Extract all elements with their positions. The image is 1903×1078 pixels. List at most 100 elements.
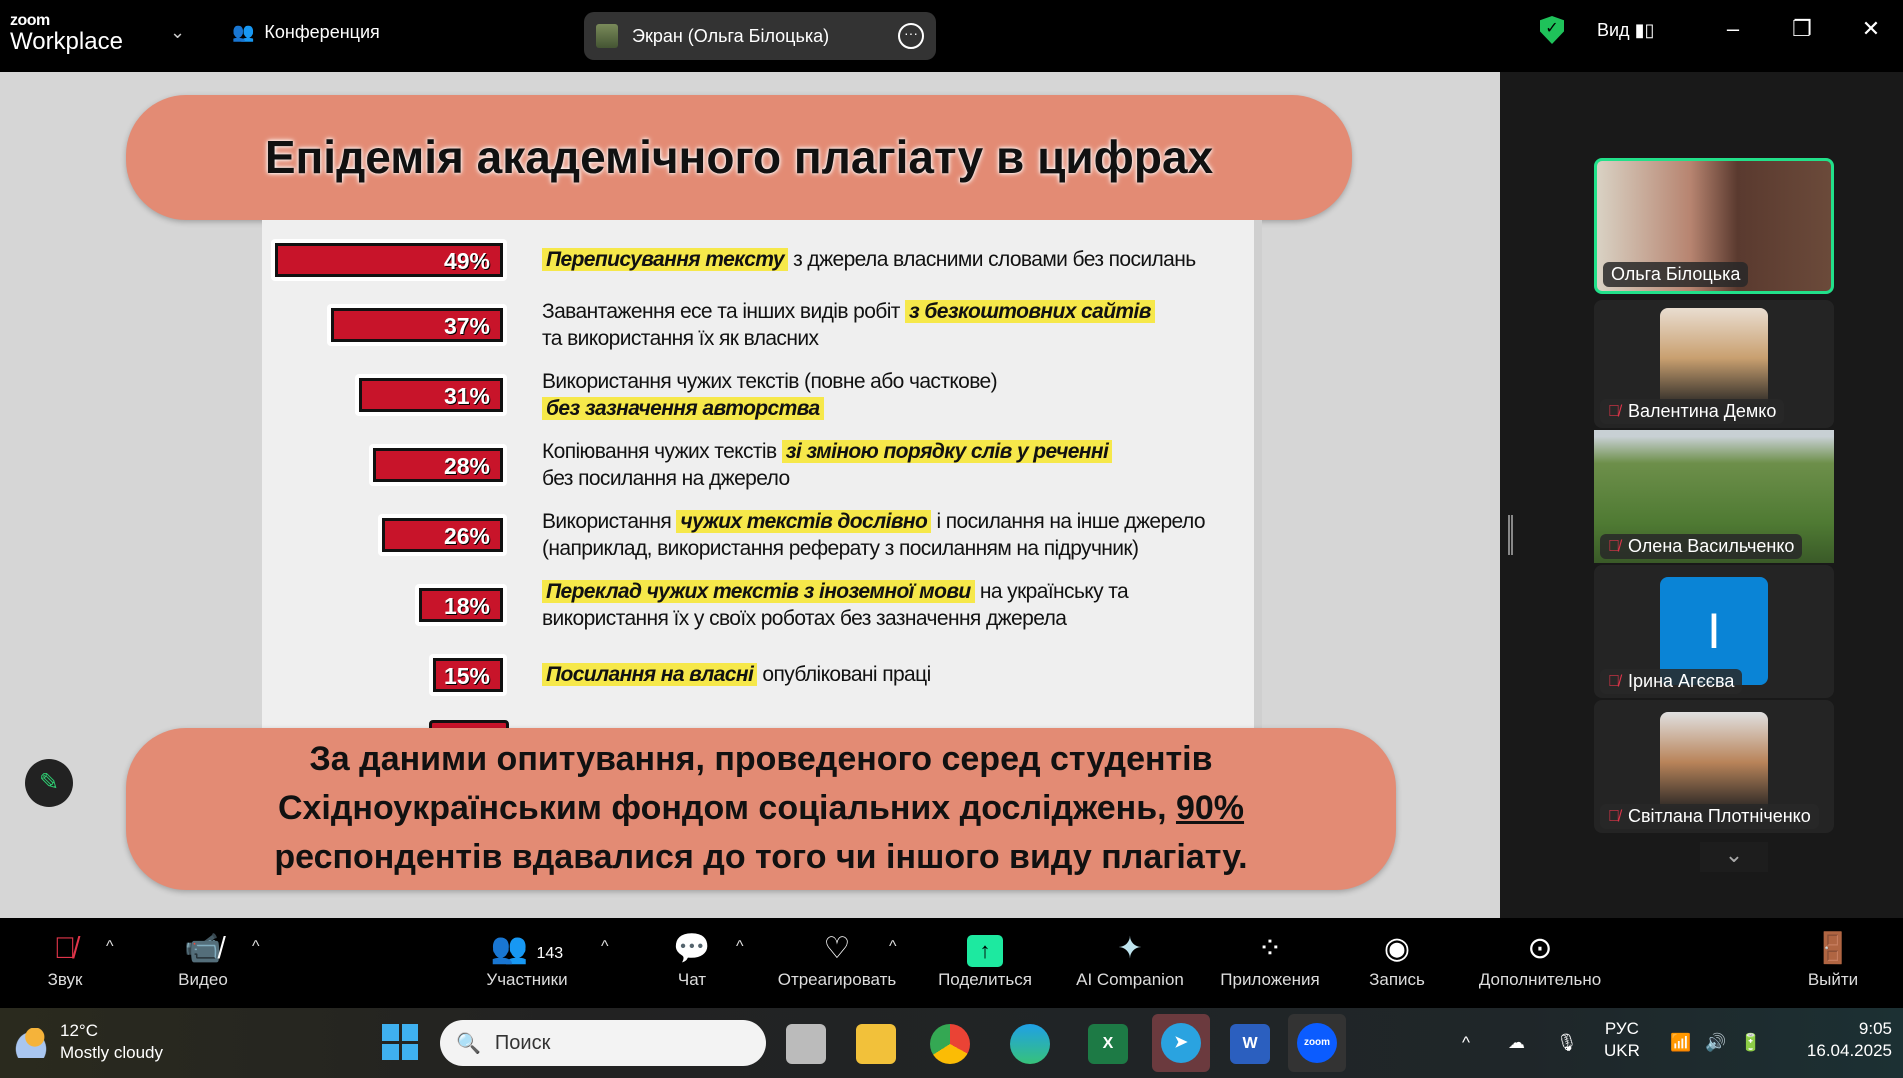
close-button[interactable]: ✕	[1856, 16, 1886, 42]
task-view-icon[interactable]	[786, 1024, 826, 1064]
video-tile-1[interactable]: 🎙̸ Валентина Демко	[1594, 300, 1834, 428]
lang-primary: РУС	[1604, 1019, 1639, 1038]
participant-name-text: Валентина Демко	[1628, 401, 1777, 421]
text-segment: Копіювання чужих текстів	[542, 440, 782, 463]
temperature: 12°C	[60, 1021, 98, 1040]
view-button[interactable]: Вид ▮▯	[1597, 20, 1654, 41]
more-button[interactable]: ⊙ Дополнительно	[1470, 928, 1610, 990]
audio-button[interactable]: 🎙̸ Звук	[40, 928, 90, 990]
date: 16.04.2025	[1806, 1041, 1892, 1060]
video-tile-4[interactable]: 🎙̸ Світлана Плотніченко	[1594, 700, 1834, 833]
mic-muted-icon: 🎙̸	[1608, 672, 1620, 690]
more-label: Дополнительно	[1478, 970, 1602, 989]
video-tile-2[interactable]: 🎙̸ Олена Васильченко	[1594, 430, 1834, 563]
stat-description: Копіювання чужих текстів зі зміною поряд…	[542, 438, 1113, 492]
tray-overflow-icon[interactable]: ^	[1462, 1032, 1470, 1054]
meeting-toolbar: 🎙̸ Звук ^ 📹̸ Видео ^ 👥 143 Участники ^ 💬 Чат…	[0, 918, 1903, 1008]
text-segment: на українську та	[974, 580, 1129, 603]
zoom-logo-bottom: Workplace	[10, 28, 123, 55]
stat-bar-wrap: 18%	[415, 584, 507, 626]
stat-bar-wrap: 31%	[354, 374, 507, 416]
annotate-pencil-button[interactable]: ✎	[25, 759, 73, 807]
app-menu-chevron-icon[interactable]: ⌄	[170, 22, 185, 43]
chat-button[interactable]: 💬 Чат	[670, 928, 714, 990]
chat-options-caret-icon[interactable]: ^	[736, 938, 744, 956]
stat-bar: 26%	[382, 518, 503, 552]
microphone-icon[interactable]: 🎙	[1556, 1032, 1578, 1054]
apps-button[interactable]: ⁘ Приложения	[1212, 928, 1328, 990]
highlighted-text: зі зміною порядку слів у реченні	[781, 440, 1113, 463]
leave-button[interactable]: 🚪 Выйти	[1805, 928, 1861, 990]
text-segment: використання їх у своїх роботах без зазн…	[542, 607, 1067, 630]
plagiarism-stats-sheet: 49% Переписування тексту з джерела власни…	[262, 220, 1262, 730]
participants-group-icon: 👥	[232, 22, 255, 42]
participants-button[interactable]: 👥 143 Участники	[475, 928, 579, 990]
video-button[interactable]: 📹̸ Видео	[170, 928, 236, 990]
share-options-icon[interactable]: ···	[898, 23, 924, 49]
text-segment: опубліковані праці	[757, 663, 931, 686]
stat-row: 37% Завантаження есе та інших видів робіт…	[262, 295, 1252, 355]
ai-companion-button[interactable]: ✦ AI Companion	[1070, 928, 1190, 990]
language-indicator[interactable]: РУС UKR	[1604, 1018, 1640, 1062]
highlighted-text: Посилання на власні	[542, 663, 758, 686]
excel-icon[interactable]: X	[1088, 1024, 1128, 1064]
stat-description: Переклад чужих текстів з іноземної мови …	[542, 578, 1129, 632]
chrome-icon[interactable]	[930, 1024, 970, 1064]
audio-label: Звук	[47, 970, 83, 989]
start-button[interactable]	[382, 1024, 418, 1060]
text-segment: та використання їх як власних	[542, 327, 819, 350]
stat-bar-wrap: 49%	[271, 239, 507, 281]
volume-icon[interactable]: 🔊	[1705, 1032, 1726, 1054]
record-button[interactable]: ◉ Запись	[1364, 928, 1430, 990]
wifi-icon[interactable]: 📶	[1670, 1032, 1691, 1054]
highlighted-text: Переписування тексту	[542, 248, 788, 271]
participants-options-caret-icon[interactable]: ^	[601, 938, 609, 956]
meeting-info-button[interactable]: 👥 Конференция	[232, 22, 380, 43]
leave-icon: 🚪	[1814, 932, 1852, 965]
stat-description: Використання чужих текстів (повне або ча…	[542, 368, 998, 422]
clock[interactable]: 9:05 16.04.2025	[1792, 1018, 1892, 1062]
screen-share-indicator[interactable]: Экран (Ольга Білоцька) ···	[584, 12, 936, 60]
participant-name: 🎙̸ Ірина Агєєва	[1600, 669, 1743, 694]
edge-icon[interactable]	[1010, 1024, 1050, 1064]
word-icon[interactable]: W	[1230, 1024, 1270, 1064]
audio-options-caret-icon[interactable]: ^	[106, 938, 114, 956]
participants-label: Участники	[486, 970, 568, 989]
security-shield-icon[interactable]: ✓	[1540, 16, 1564, 44]
react-options-caret-icon[interactable]: ^	[889, 938, 897, 956]
zoom-taskbar-icon[interactable]: zoom	[1288, 1014, 1346, 1072]
share-label: Экран (Ольга Білоцька)	[632, 25, 830, 46]
telegram-icon[interactable]: ➤	[1152, 1014, 1210, 1072]
highlighted-text: з безкоштовних сайтів	[905, 300, 1155, 323]
participant-name: 🎙̸ Валентина Демко	[1600, 399, 1785, 424]
participant-name-text: Олена Васильченко	[1628, 536, 1795, 556]
weather-widget[interactable]: 12°C Mostly cloudy	[12, 1020, 163, 1064]
taskbar-search[interactable]: 🔍 Поиск	[440, 1020, 766, 1066]
minimize-button[interactable]: –	[1718, 16, 1748, 42]
video-options-caret-icon[interactable]: ^	[252, 938, 260, 956]
stat-row: 18% Переклад чужих текстів з іноземної мо…	[262, 575, 1252, 635]
participants-icon: 👥	[490, 932, 529, 965]
panel-resize-handle[interactable]	[1508, 515, 1513, 555]
text-segment: з джерела власними словами без посилань	[787, 248, 1196, 271]
avatar	[1660, 712, 1768, 812]
mic-muted-icon: 🎙̸	[1608, 807, 1620, 825]
avatar	[1660, 308, 1768, 408]
share-button[interactable]: ↑ Поделиться	[930, 928, 1040, 990]
onedrive-icon[interactable]: ☁	[1508, 1032, 1525, 1054]
participant-count: 143	[536, 945, 564, 962]
restore-button[interactable]: ❐	[1787, 16, 1817, 42]
react-button[interactable]: ♡ Отреагировать	[770, 928, 904, 990]
battery-icon[interactable]: 🔋	[1740, 1032, 1761, 1054]
file-explorer-icon[interactable]	[856, 1024, 896, 1064]
highlighted-text: Переклад чужих текстів з іноземної мови	[542, 580, 975, 603]
text-segment: Використання	[542, 510, 677, 533]
summary-line-2: Східноукраїнським фондом соціальних досл…	[126, 784, 1396, 833]
gallery-scroll-down-icon[interactable]: ⌄	[1700, 842, 1768, 872]
stat-row: 49% Переписування тексту з джерела власни…	[262, 230, 1252, 290]
summary-line-1: За даними опитування, проведеного серед …	[309, 740, 1213, 778]
meeting-label: Конференция	[264, 22, 380, 42]
video-tile-3[interactable]: I 🎙̸ Ірина Агєєва	[1594, 565, 1834, 698]
video-tile-0[interactable]: Ольга Білоцька	[1594, 158, 1834, 294]
apps-icon: ⁘	[1257, 932, 1283, 965]
